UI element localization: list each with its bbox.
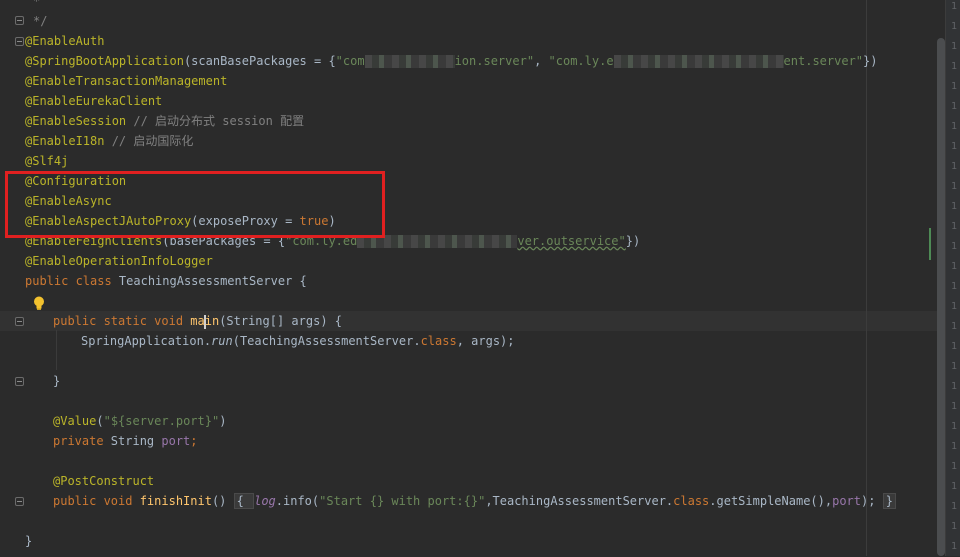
- line-number: 1: [951, 381, 958, 392]
- code-line: SpringApplication.run(TeachingAssessment…: [81, 334, 515, 348]
- code-line: @EnableOperationInfoLogger: [25, 254, 213, 268]
- code-line: @EnableEurekaClient: [25, 94, 163, 108]
- line-number: 1: [951, 61, 958, 72]
- code-line: @EnableI18n // 启动国际化: [25, 134, 194, 148]
- line-number: 1: [951, 361, 958, 372]
- line-number: 1: [951, 301, 958, 312]
- line-number: 1: [951, 241, 958, 252]
- code-line: public class TeachingAssessmentServer {: [25, 274, 307, 288]
- line-number: 1: [951, 441, 958, 452]
- folded-region[interactable]: {: [233, 493, 255, 509]
- editor-gutter: [0, 0, 16, 556]
- line-number: 1: [951, 1, 958, 12]
- line-number: 1: [951, 281, 958, 292]
- redacted-text: [364, 55, 455, 68]
- line-number: 1: [951, 121, 958, 132]
- vcs-change-marker: [929, 228, 931, 260]
- right-margin-guide: [866, 0, 867, 556]
- indent-guide: [56, 330, 57, 370]
- line-number: 1: [951, 521, 958, 532]
- code-line: @EnableTransactionManagement: [25, 74, 228, 88]
- fold-marker[interactable]: [15, 497, 24, 506]
- line-number: 1: [951, 261, 958, 272]
- code-line: @Slf4j: [25, 154, 69, 168]
- line-number: 1: [951, 341, 958, 352]
- line-number: 1: [951, 201, 958, 212]
- line-number: 1: [951, 41, 958, 52]
- line-number: 1: [951, 401, 958, 412]
- line-number: 1: [951, 221, 958, 232]
- line-number: 1: [951, 161, 958, 172]
- code-line: }: [25, 534, 33, 548]
- line-number: 1: [951, 181, 958, 192]
- redacted-text: [613, 55, 784, 68]
- code-line: private String port;: [53, 434, 198, 448]
- fold-marker[interactable]: [15, 317, 24, 326]
- fold-marker[interactable]: [15, 16, 24, 25]
- line-number: 1: [951, 421, 958, 432]
- line-number: 1: [951, 21, 958, 32]
- code-line: @EnableSession // 启动分布式 session 配置: [25, 114, 305, 128]
- line-number: 1: [951, 541, 958, 552]
- code-line: *: [33, 0, 41, 8]
- line-number: 1: [951, 141, 958, 152]
- vertical-scrollbar[interactable]: [937, 38, 945, 556]
- line-number: 1: [951, 101, 958, 112]
- fold-marker[interactable]: [15, 37, 24, 46]
- code-line: @PostConstruct: [53, 474, 155, 488]
- line-number: 1: [951, 481, 958, 492]
- line-number: 1: [951, 321, 958, 332]
- code-line: public static void main(String[] args) {: [53, 314, 343, 329]
- code-line: */: [33, 14, 48, 28]
- fold-marker[interactable]: [15, 377, 24, 386]
- line-number: 1: [951, 501, 958, 512]
- lightbulb-icon[interactable]: [33, 296, 45, 310]
- code-line: @Value("${server.port}"): [53, 414, 227, 428]
- line-number: 1: [951, 461, 958, 472]
- code-line: @EnableAuth: [25, 34, 105, 48]
- line-number: 1: [951, 81, 958, 92]
- highlight-annotation-box: [5, 171, 385, 238]
- code-line: }: [53, 374, 61, 388]
- folded-region[interactable]: }: [882, 493, 896, 509]
- code-editor[interactable]: * */ @EnableAuth @SpringBootApplication(…: [0, 0, 945, 556]
- code-line: @SpringBootApplication(scanBasePackages …: [25, 54, 878, 68]
- code-line: public void finishInit() { log.info("Sta…: [53, 491, 896, 511]
